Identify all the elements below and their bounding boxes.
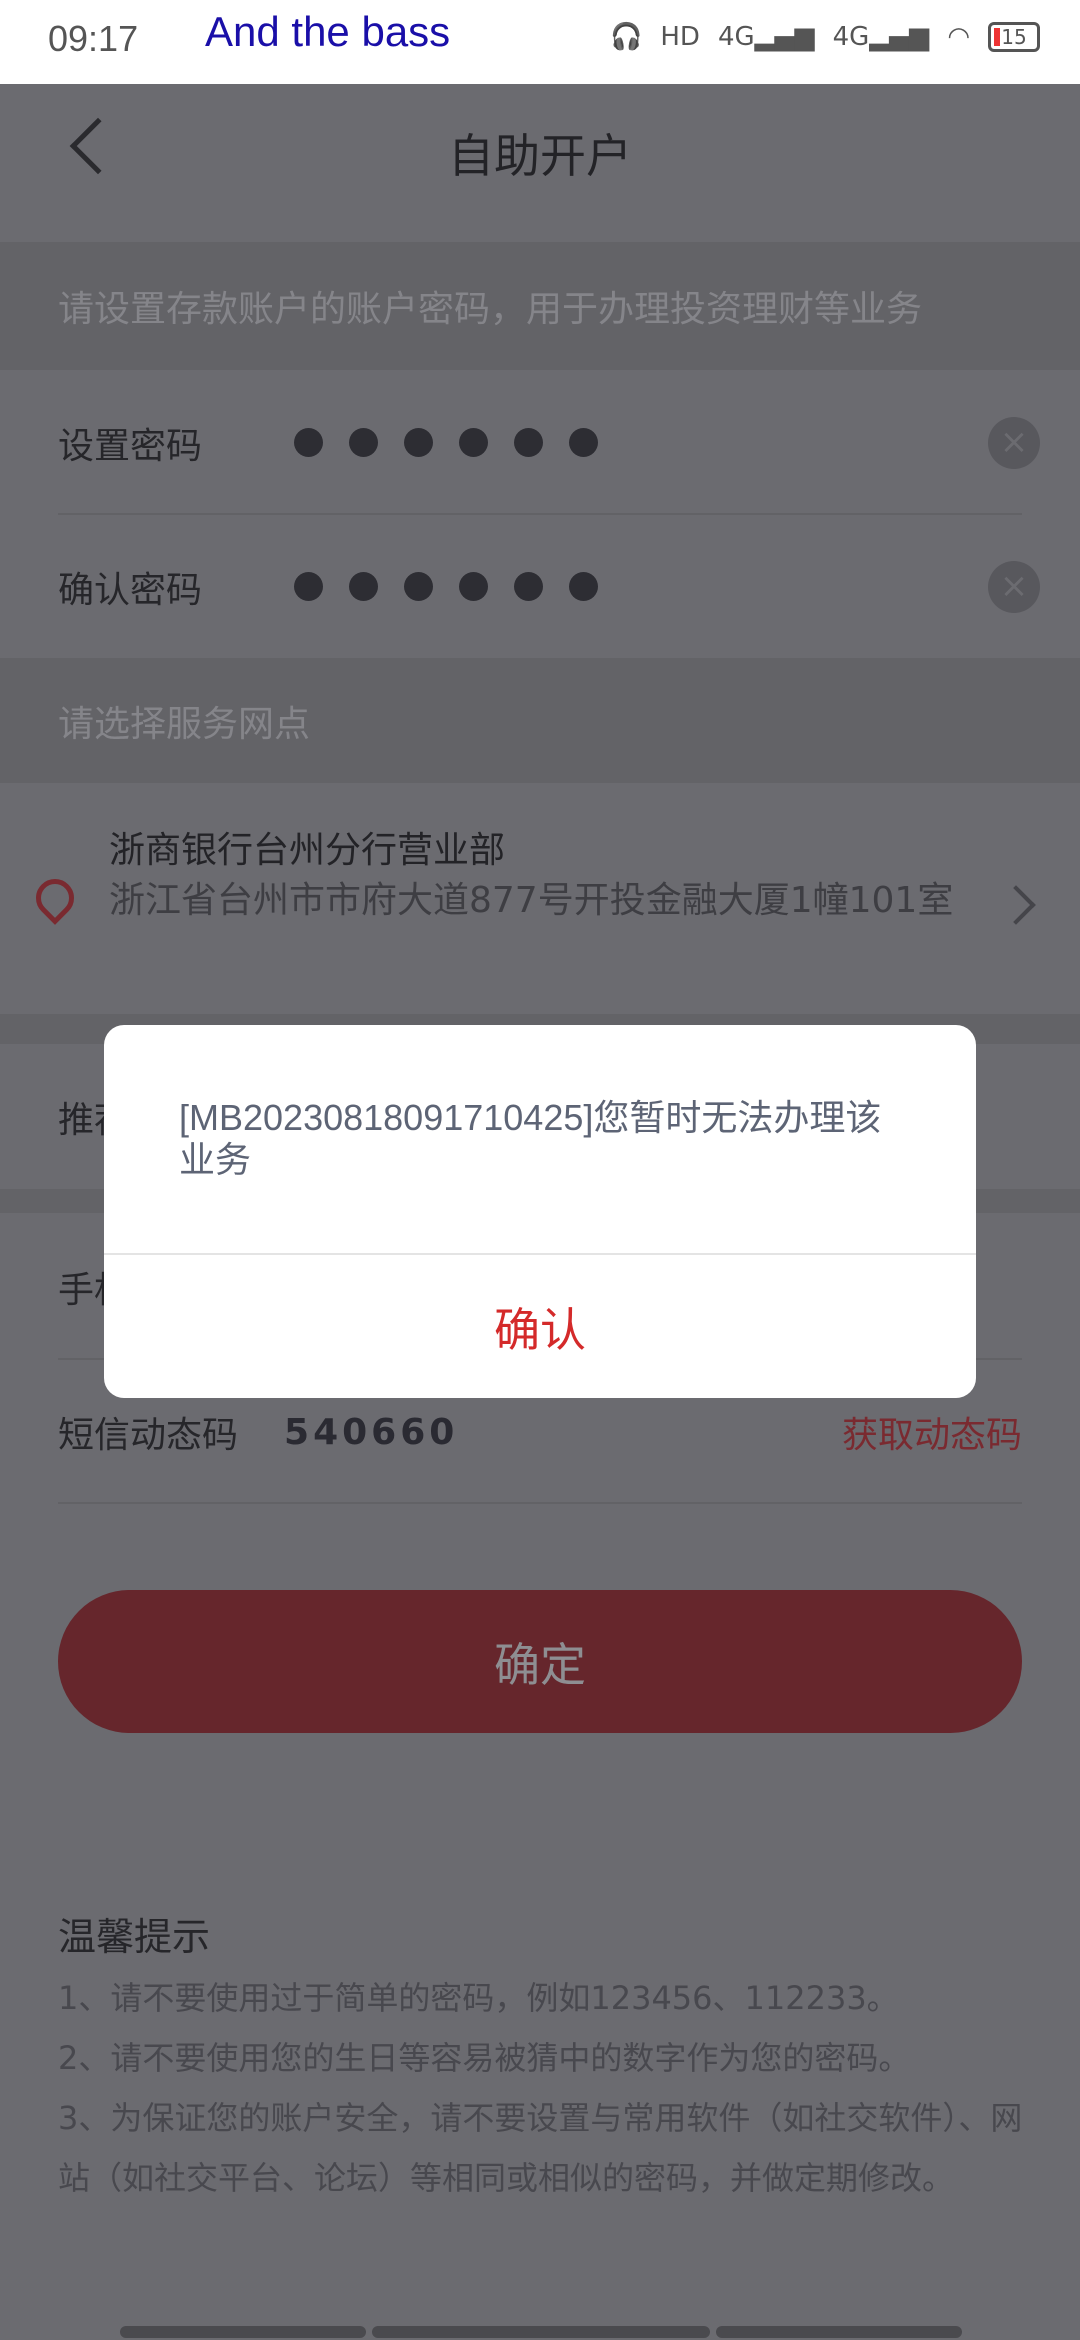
location-pin-icon [28, 871, 82, 925]
confirm-password-label: 确认密码 [58, 569, 203, 611]
page-title: 自助开户 [448, 129, 632, 183]
signal-4g-icon: 4G▂▄▆ [717, 22, 815, 52]
tip-item: 1、请不要使用过于简单的密码，例如123456、112233。 [58, 1979, 899, 2017]
nav-bar-segment [120, 2326, 366, 2338]
headphones-icon: 🎧 [609, 22, 643, 52]
nav-bar-segment [372, 2326, 710, 2338]
alert-dialog: [MB20230818091710425]您暂时无法办理该业务 确认 [104, 1025, 976, 1398]
password-dots [294, 572, 599, 601]
sms-code-value[interactable]: 540660 [284, 1412, 458, 1453]
hd-icon: HD [660, 22, 700, 52]
wifi-icon: ◠ [947, 22, 970, 52]
signal-4g-icon: 4G▂▄▆ [832, 22, 930, 52]
status-time: 09:17 [48, 18, 139, 59]
tip-item: 3、为保证您的账户安全，请不要设置与常用软件（如社交软件）、网站（如社交平台、论… [58, 2099, 1023, 2197]
branch-address: 浙江省台州市市府大道877号开投金融大厦1幢101室 [109, 880, 954, 921]
set-password-field[interactable]: 设置密码 × [0, 370, 1080, 515]
branch-section-label: 请选择服务网点 [0, 658, 1080, 783]
submit-button[interactable]: 确定 [58, 1590, 1022, 1733]
branch-name: 浙商银行台州分行营业部 [109, 830, 506, 871]
tips-list: 1、请不要使用过于简单的密码，例如123456、112233。 2、请不要使用您… [58, 1968, 1038, 2208]
chevron-right-icon [996, 885, 1036, 925]
header: 自助开户 [0, 84, 1080, 242]
set-password-label: 设置密码 [58, 425, 203, 467]
clear-icon[interactable]: × [988, 416, 1040, 469]
confirm-password-field[interactable]: 确认密码 × [0, 515, 1080, 658]
media-ticker: And the bass [205, 8, 451, 55]
password-dots [294, 428, 599, 457]
status-icons: 🎧 HD 4G▂▄▆ 4G▂▄▆ ◠ 15 [610, 22, 1040, 52]
branch-selector[interactable]: 浙商银行台州分行营业部 浙江省台州市市府大道877号开投金融大厦1幢101室 [0, 783, 1080, 1014]
get-code-button[interactable]: 获取动态码 [842, 1406, 1022, 1458]
password-hint: 请设置存款账户的账户密码，用于办理投资理财等业务 [0, 242, 1080, 370]
dialog-confirm-button[interactable]: 确认 [104, 1255, 976, 1398]
clear-icon[interactable]: × [988, 560, 1040, 613]
sms-label: 短信动态码 [58, 1415, 239, 1456]
battery-icon: 15 [988, 22, 1040, 52]
tips-title: 温馨提示 [58, 1915, 211, 1959]
tip-item: 2、请不要使用您的生日等容易被猜中的数字作为您的密码。 [58, 2039, 911, 2077]
status-bar: 09:17 And the bass 🎧 HD 4G▂▄▆ 4G▂▄▆ ◠ 15 [0, 0, 1080, 84]
nav-bar-segment [716, 2326, 962, 2338]
dialog-message: [MB20230818091710425]您暂时无法办理该业务 [179, 1097, 882, 1180]
